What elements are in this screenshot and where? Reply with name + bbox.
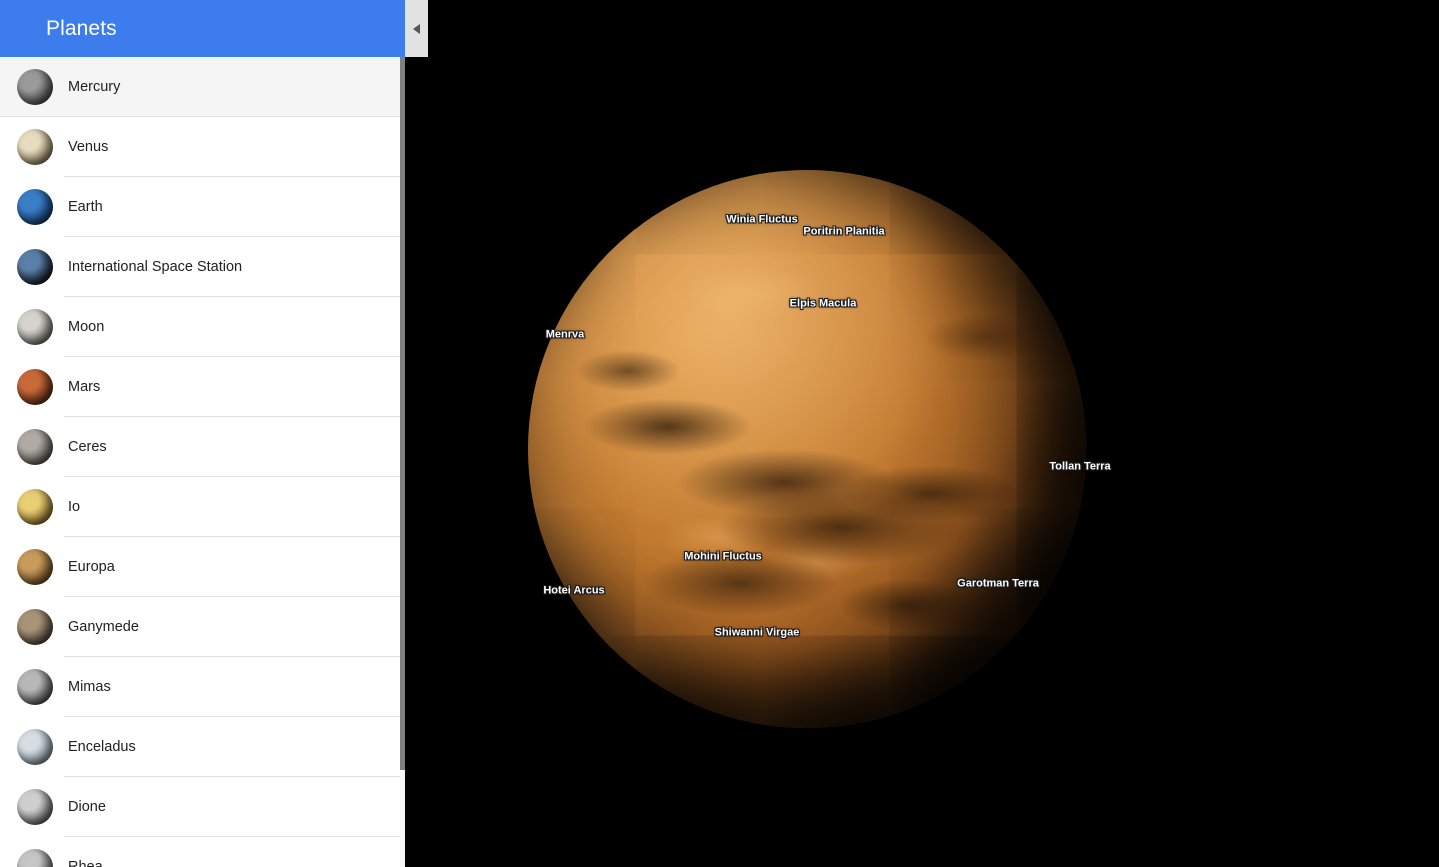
sidebar-header: Planets [0, 0, 405, 57]
list-item[interactable]: Mercury [0, 57, 405, 117]
list-item-label: Mercury [68, 78, 120, 96]
list-item[interactable]: Enceladus [0, 717, 405, 777]
moon-thumb [17, 309, 53, 345]
globe-terminator-shading [528, 170, 1086, 728]
enceladus-thumb [17, 729, 53, 765]
list-item-label: Moon [68, 318, 104, 336]
list-item[interactable]: Rhea [0, 837, 405, 867]
mercury-thumb [17, 69, 53, 105]
rhea-thumb [17, 849, 53, 867]
feature-label: Elpis Macula [790, 298, 857, 311]
list-item-label: Enceladus [68, 738, 136, 756]
sidebar-scrollbar-thumb[interactable] [400, 57, 405, 770]
feature-label: Shiwanni Virgae [715, 627, 800, 640]
list-item[interactable]: Moon [0, 297, 405, 357]
globe-viewer[interactable]: Winia Fluctus Poritrin Planitia Elpis Macu… [405, 0, 1439, 867]
list-item[interactable]: Ceres [0, 417, 405, 477]
list-item-label: Io [68, 498, 80, 516]
iss-thumb [17, 249, 53, 285]
list-item[interactable]: Earth [0, 177, 405, 237]
earth-thumb [17, 189, 53, 225]
page-title: Planets [46, 17, 117, 41]
list-item-label: Rhea [68, 858, 103, 867]
list-item[interactable]: Io [0, 477, 405, 537]
mimas-thumb [17, 669, 53, 705]
sidebar: Planets Mercury Venus Earth International S… [0, 0, 405, 867]
mars-thumb [17, 369, 53, 405]
feature-label: Garotman Terra [957, 578, 1039, 591]
dione-thumb [17, 789, 53, 825]
list-item[interactable]: Venus [0, 117, 405, 177]
feature-label: Mohini Fluctus [684, 551, 762, 564]
list-item-label: Ceres [68, 438, 107, 456]
ceres-thumb [17, 429, 53, 465]
titan-globe[interactable] [528, 170, 1086, 728]
list-item[interactable]: International Space Station [0, 237, 405, 297]
feature-label: Winia Fluctus [726, 214, 797, 227]
list-item[interactable]: Mars [0, 357, 405, 417]
caret-left-icon [413, 24, 420, 34]
list-item[interactable]: Dione [0, 777, 405, 837]
feature-label: Tollan Terra [1049, 461, 1110, 474]
list-item-label: Earth [68, 198, 103, 216]
list-item[interactable]: Mimas [0, 657, 405, 717]
europa-thumb [17, 549, 53, 585]
io-thumb [17, 489, 53, 525]
venus-thumb [17, 129, 53, 165]
list-item-label: International Space Station [68, 258, 242, 276]
feature-label: Hotei Arcus [543, 585, 604, 598]
list-item[interactable]: Ganymede [0, 597, 405, 657]
list-item-label: Mimas [68, 678, 111, 696]
list-item-label: Mars [68, 378, 100, 396]
sidebar-collapse-button[interactable] [405, 0, 428, 57]
app-root: Planets Mercury Venus Earth International S… [0, 0, 1439, 867]
list-item[interactable]: Europa [0, 537, 405, 597]
ganymede-thumb [17, 609, 53, 645]
planet-list[interactable]: Mercury Venus Earth International Space Sta… [0, 57, 405, 867]
feature-label: Poritrin Planitia [803, 226, 884, 239]
list-item-label: Ganymede [68, 618, 139, 636]
list-item-label: Europa [68, 558, 115, 576]
list-item-label: Dione [68, 798, 106, 816]
feature-label: Menrva [546, 329, 585, 342]
list-item-label: Venus [68, 138, 108, 156]
